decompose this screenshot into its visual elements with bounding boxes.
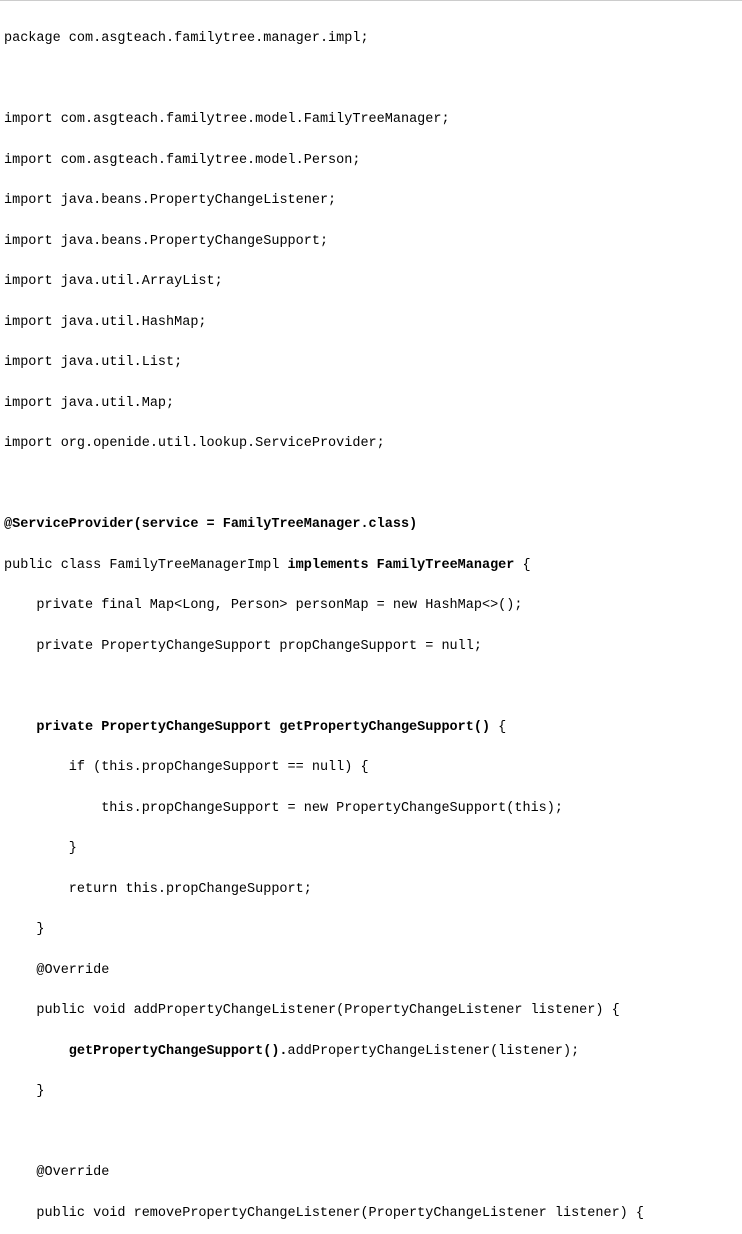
code-line-import: import com.asgteach.familytree.model.Per… — [4, 151, 738, 171]
class-decl-implements: implements FamilyTreeManager — [288, 558, 515, 573]
code-line-method-sig: private PropertyChangeSupport getPropert… — [4, 718, 738, 738]
class-decl-post: { — [514, 558, 530, 573]
code-line-field: private final Map<Long, Person> personMa… — [4, 596, 738, 616]
code-line-blank — [4, 70, 738, 90]
code-line-import: import java.beans.PropertyChangeSupport; — [4, 232, 738, 252]
method2-body-bold: getPropertyChangeSupport(). — [69, 1044, 288, 1059]
code-line-method-sig: public void addPropertyChangeListener(Pr… — [4, 1001, 738, 1021]
code-line-import: import java.util.HashMap; — [4, 313, 738, 333]
code-line-import: import java.util.Map; — [4, 394, 738, 414]
code-line-blank — [4, 475, 738, 495]
code-block: package com.asgteach.familytree.manager.… — [0, 1, 742, 1234]
code-line-blank — [4, 677, 738, 697]
code-line-class-decl: public class FamilyTreeManagerImpl imple… — [4, 556, 738, 576]
code-line-blank — [4, 1123, 738, 1143]
code-line-import: import com.asgteach.familytree.model.Fam… — [4, 110, 738, 130]
method2-body-rest: addPropertyChangeListener(listener); — [288, 1044, 580, 1059]
code-line-import: import org.openide.util.lookup.ServicePr… — [4, 434, 738, 454]
code-line-return: return this.propChangeSupport; — [4, 880, 738, 900]
code-line-import: import java.util.ArrayList; — [4, 272, 738, 292]
method1-sig: private PropertyChangeSupport getPropert… — [36, 720, 490, 735]
code-line-import: import java.beans.PropertyChangeListener… — [4, 191, 738, 211]
code-line-import: import java.util.List; — [4, 353, 738, 373]
code-line-if: if (this.propChangeSupport == null) { — [4, 758, 738, 778]
code-line-close-brace: } — [4, 1082, 738, 1102]
class-decl-pre: public class FamilyTreeManagerImpl — [4, 558, 288, 573]
code-line-close-brace: } — [4, 920, 738, 940]
code-line-method-sig: public void removePropertyChangeListener… — [4, 1204, 738, 1224]
code-line-close-brace: } — [4, 839, 738, 859]
code-line-override: @Override — [4, 961, 738, 981]
method1-sig-post: { — [490, 720, 506, 735]
code-line-annotation: @ServiceProvider(service = FamilyTreeMan… — [4, 515, 738, 535]
code-line-body: getPropertyChangeSupport().addPropertyCh… — [4, 1042, 738, 1062]
code-line-body: this.propChangeSupport = new PropertyCha… — [4, 799, 738, 819]
code-line-package: package com.asgteach.familytree.manager.… — [4, 29, 738, 49]
code-line-override: @Override — [4, 1163, 738, 1183]
code-line-field: private PropertyChangeSupport propChange… — [4, 637, 738, 657]
